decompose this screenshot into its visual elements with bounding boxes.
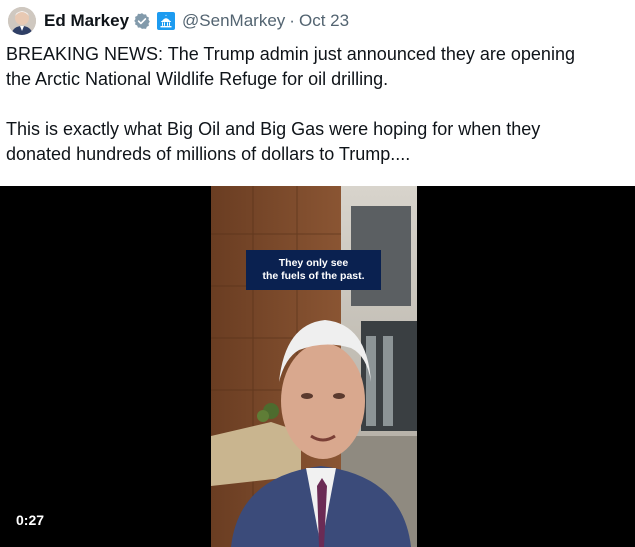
capitol-building-icon bbox=[157, 12, 176, 30]
author-name[interactable]: Ed Markey bbox=[44, 11, 129, 31]
tweet-text: BREAKING NEWS: The Trump admin just anno… bbox=[6, 42, 626, 167]
caption-line: the fuels of the past. bbox=[262, 270, 365, 282]
tweet-text-line: donated hundreds of millions of dollars … bbox=[6, 144, 411, 164]
author-handle[interactable]: @SenMarkey bbox=[182, 11, 285, 31]
video-timestamp: 0:27 bbox=[16, 512, 45, 528]
tweet-text-line: the Arctic National Wildlife Refuge for … bbox=[6, 69, 389, 89]
video-frame[interactable] bbox=[211, 186, 417, 547]
caption-line: They only see bbox=[278, 257, 349, 269]
tweet-text-line: BREAKING NEWS: The Trump admin just anno… bbox=[6, 44, 575, 64]
verified-badge-icon bbox=[133, 12, 151, 30]
tweet-header: Ed Markey @SenMarkey · Oct 23 bbox=[8, 6, 349, 36]
video-player[interactable]: They only see the fuels of the past. 0:2… bbox=[0, 186, 635, 547]
tweet-text-line: This is exactly what Big Oil and Big Gas… bbox=[6, 119, 541, 139]
avatar[interactable] bbox=[8, 7, 36, 35]
separator-dot: · bbox=[289, 11, 295, 30]
tweet-date[interactable]: Oct 23 bbox=[299, 11, 349, 31]
video-caption: They only see the fuels of the past. bbox=[246, 250, 381, 290]
